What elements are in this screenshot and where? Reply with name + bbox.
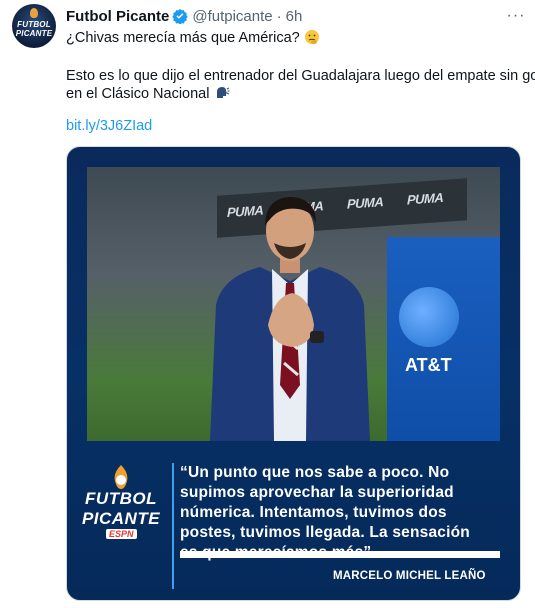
logo-line-1: FUTBOL — [85, 489, 157, 508]
tweet-link[interactable]: bit.ly/3J6ZIad — [66, 118, 152, 134]
timestamp[interactable]: 6h — [286, 8, 303, 25]
board-brand-4: PUMA — [407, 189, 444, 208]
tweet-text-3: en el Clásico Nacional — [66, 86, 210, 102]
tweet-text-line-1: ¿Chivas merecía más que América? — [66, 28, 320, 48]
coach-figure — [210, 197, 370, 441]
coach-photo: PUMA PUMA PUMA PUMA AT&T — [87, 167, 500, 441]
logo-flame-icon — [114, 465, 128, 489]
quote-text: “Un punto que nos sabe a poco. No supimo… — [180, 464, 470, 561]
avatar[interactable]: FUTBOL PICANTE — [12, 4, 56, 48]
tweet-media-image[interactable]: PUMA PUMA PUMA PUMA AT&T — [66, 146, 521, 601]
tweet-text-line-3: en el Clásico Nacional — [66, 84, 230, 104]
avatar-text-bottom: PICANTE — [15, 29, 53, 38]
quote-block: “Un punto que nos sabe a poco. No supimo… — [180, 463, 500, 563]
att-ad-board: AT&T — [387, 237, 500, 441]
att-globe-icon — [399, 287, 459, 347]
verified-badge-icon — [172, 9, 189, 24]
quote-speaker: MARCELO MICHEL LEAÑO — [333, 570, 486, 582]
flame-icon — [30, 8, 38, 18]
more-icon[interactable]: ··· — [505, 6, 527, 26]
quote-underline — [180, 551, 500, 558]
quote-accent-bar — [172, 463, 174, 589]
logo-line-2: PICANTE — [81, 509, 161, 528]
futbol-picante-logo: FUTBOL PICANTE ESPN — [81, 465, 161, 575]
thinking-face-emoji-icon — [304, 30, 319, 44]
logo-espn: ESPN — [106, 529, 137, 539]
att-ad-text: AT&T — [405, 355, 452, 375]
tweet-text-1: ¿Chivas merecía más que América? — [66, 30, 300, 46]
separator: · — [276, 7, 282, 25]
tweet-card[interactable]: FUTBOL PICANTE Futbol Picante @futpicant… — [0, 0, 535, 608]
handle[interactable]: @futpicante — [192, 8, 272, 25]
tweet-header: Futbol Picante @futpicante · 6h — [66, 6, 302, 26]
tweet-text-line-2: Esto es lo que dijo el entrenador del Gu… — [66, 68, 535, 84]
speaking-head-emoji-icon — [216, 87, 229, 98]
display-name[interactable]: Futbol Picante — [66, 8, 169, 25]
avatar-text-top: FUTBOL — [17, 20, 51, 29]
